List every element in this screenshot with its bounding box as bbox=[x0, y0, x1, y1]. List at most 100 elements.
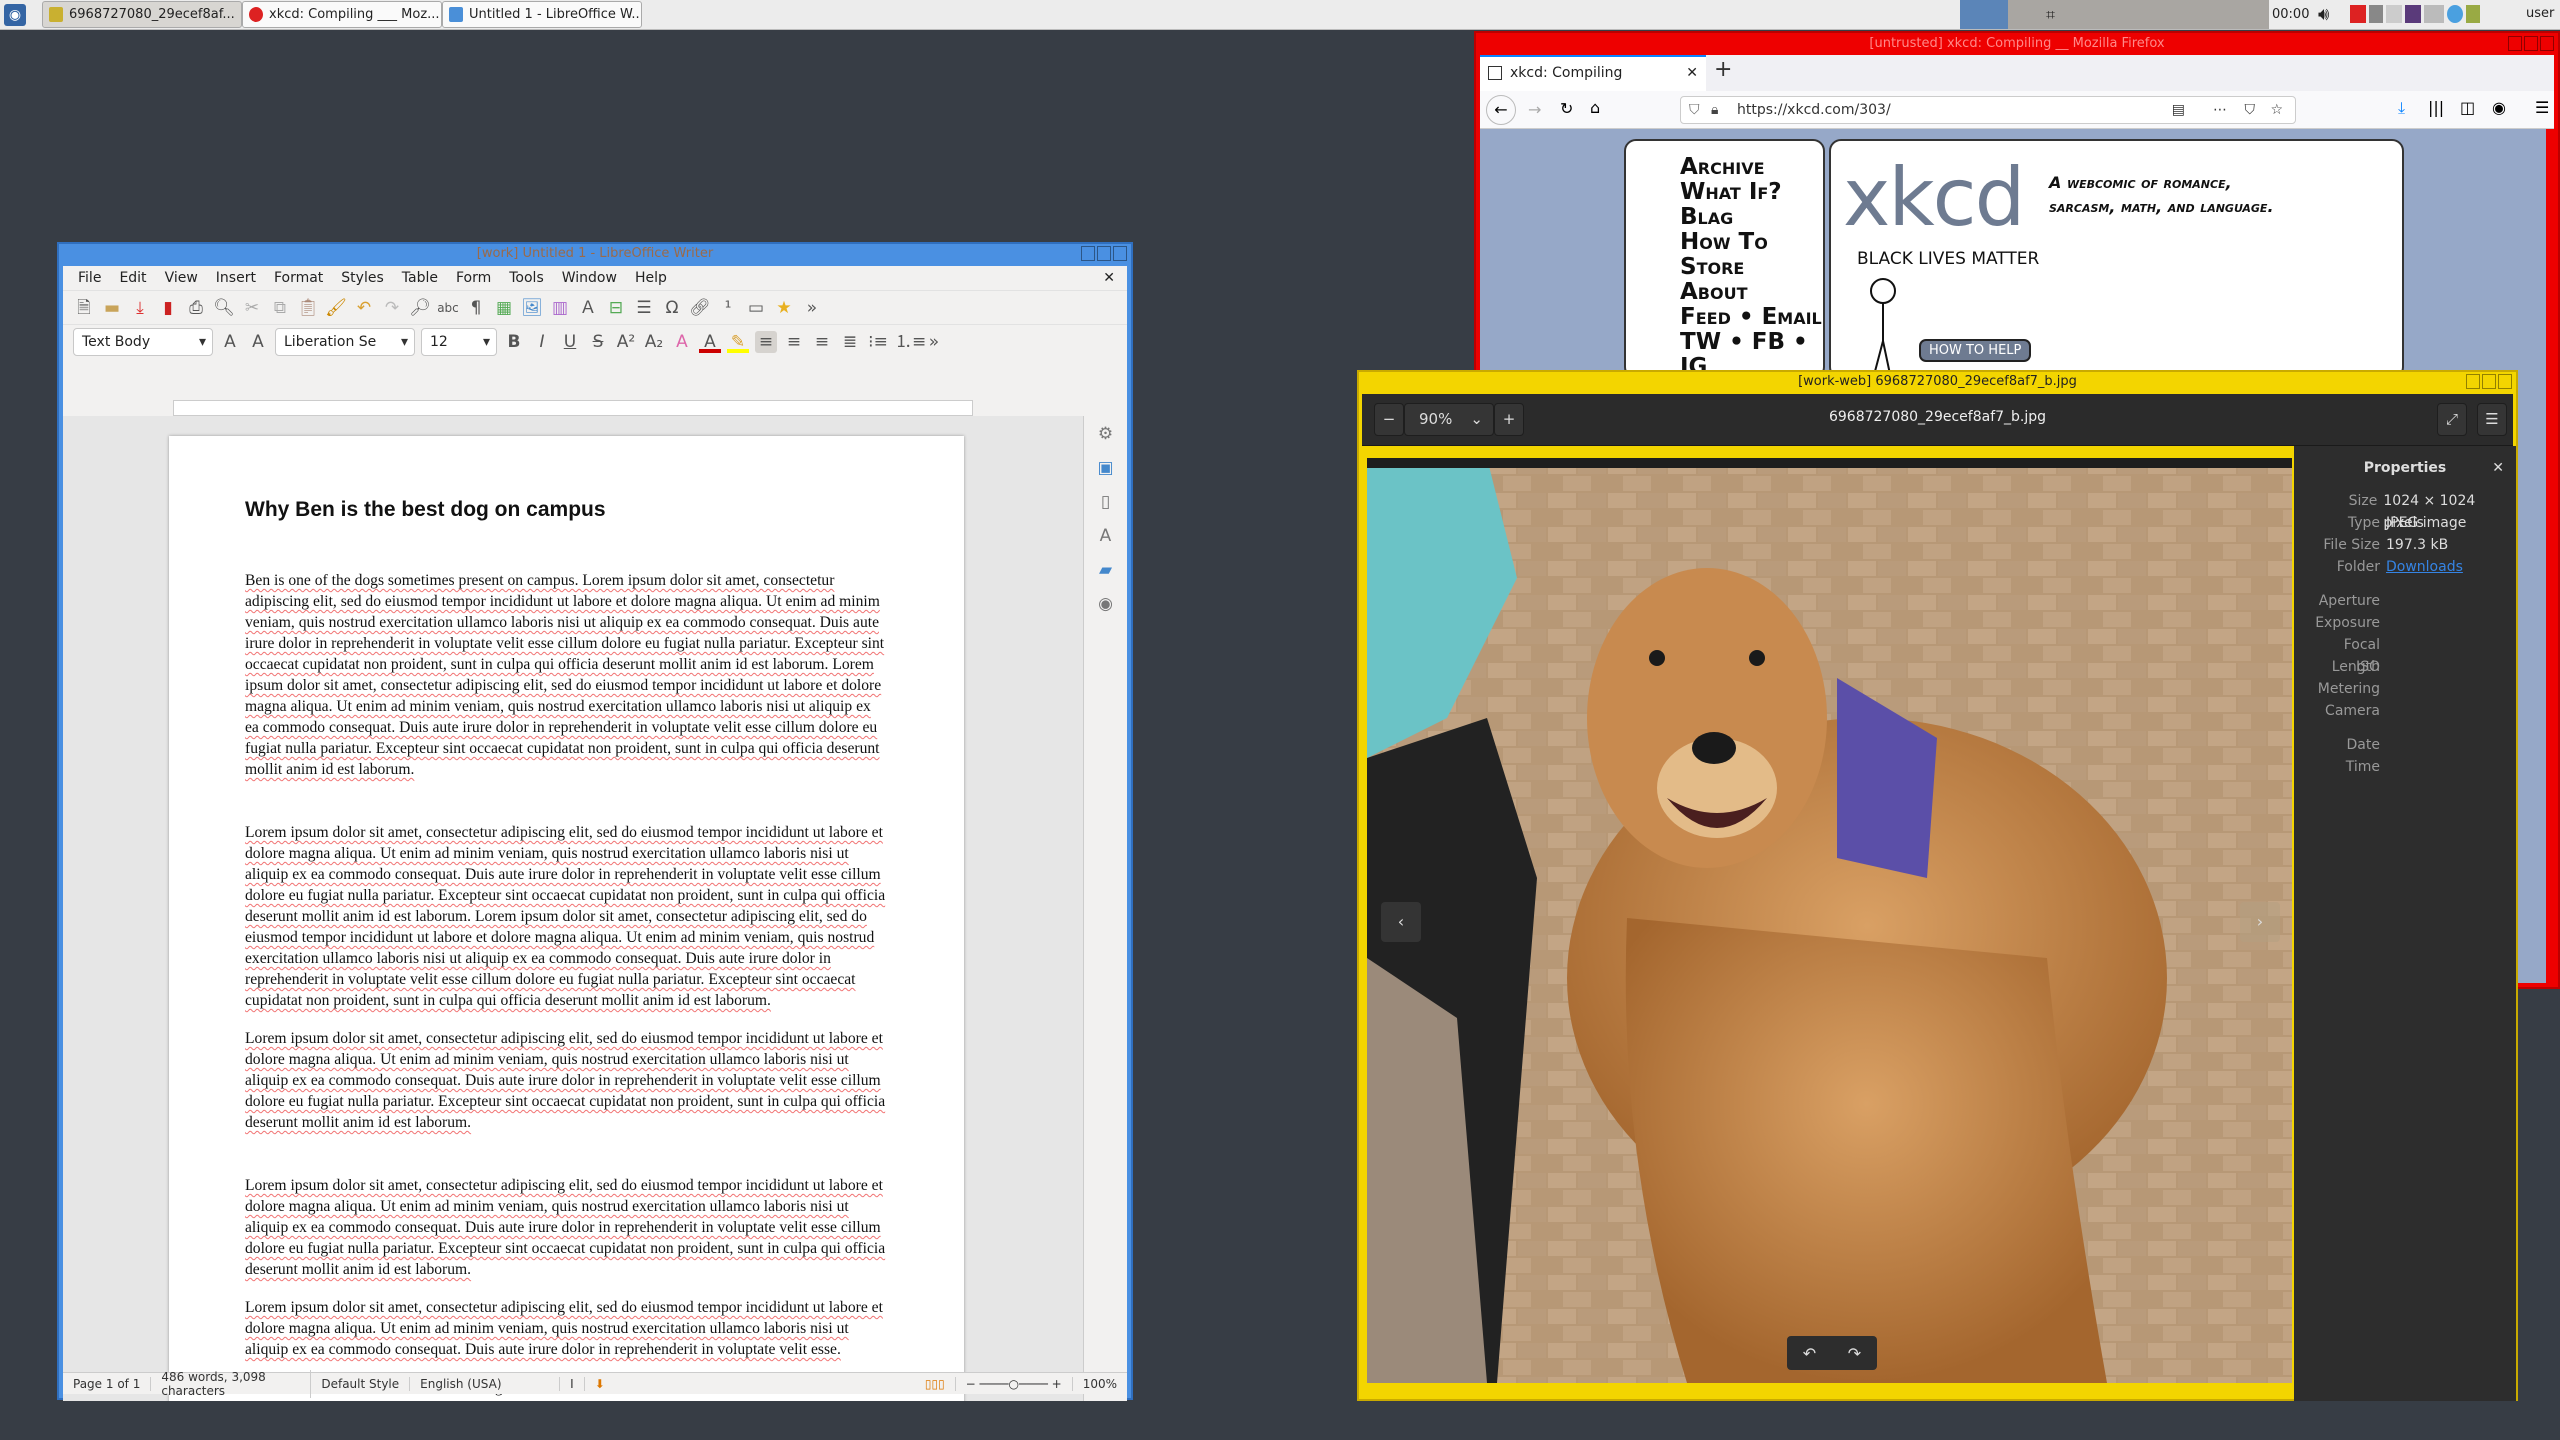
rotate-right-icon[interactable]: ↷ bbox=[1848, 1344, 1861, 1363]
find-replace-icon[interactable]: 🔎︎ bbox=[409, 297, 431, 319]
redo-icon[interactable]: ↷ bbox=[381, 297, 403, 319]
manage-changes-icon[interactable]: ◉ bbox=[1098, 594, 1113, 614]
font-color-icon[interactable]: A bbox=[699, 331, 721, 353]
how-to-help-button[interactable]: HOW TO HELP bbox=[1919, 339, 2032, 362]
tab-xkcd[interactable]: xkcd: Compiling ✕ bbox=[1480, 55, 1706, 91]
new-document-icon[interactable]: 🗎 bbox=[73, 297, 95, 319]
fullscreen-button[interactable]: ⤢ bbox=[2437, 403, 2467, 436]
export-pdf-icon[interactable]: ▮ bbox=[157, 297, 179, 319]
close-properties-icon[interactable]: ✕ bbox=[2492, 446, 2504, 490]
account-icon[interactable]: ◉ bbox=[2492, 98, 2506, 117]
page-actions-icon[interactable]: ⋯ bbox=[2213, 97, 2227, 123]
task-writer[interactable]: Untitled 1 - LibreOffice W... bbox=[442, 1, 642, 28]
tray-network-icon[interactable] bbox=[2447, 5, 2463, 23]
strikethrough-icon[interactable]: S bbox=[587, 331, 609, 353]
new-style-icon[interactable]: A bbox=[247, 331, 269, 353]
xkcd-nav-archive[interactable]: Archive bbox=[1680, 155, 1823, 180]
previous-image-button[interactable]: ‹ bbox=[1381, 902, 1421, 942]
xkcd-logo[interactable]: xkcd bbox=[1843, 151, 2025, 244]
styles-icon[interactable]: ▯ bbox=[1101, 492, 1110, 512]
xkcd-nav-feed[interactable]: Feed • Email bbox=[1680, 305, 1823, 330]
forward-button[interactable]: → bbox=[1528, 100, 1541, 119]
comment-icon[interactable]: ▭ bbox=[745, 297, 767, 319]
minimize-button[interactable] bbox=[2508, 36, 2522, 51]
menu-icon[interactable]: ☰ bbox=[2535, 98, 2549, 117]
numbered-list-icon[interactable]: ⒈≡ bbox=[895, 331, 926, 353]
justify-icon[interactable]: ≣ bbox=[839, 331, 861, 353]
font-name-select[interactable]: Liberation Se bbox=[275, 327, 415, 356]
save-icon[interactable]: ⤓ bbox=[129, 297, 151, 319]
close-button[interactable] bbox=[2498, 374, 2512, 389]
hyperlink-icon[interactable]: 🔗︎ bbox=[689, 297, 711, 319]
italic-icon[interactable]: I bbox=[531, 331, 553, 353]
paste-icon[interactable]: 📋︎ bbox=[297, 297, 319, 319]
superscript-icon[interactable]: A² bbox=[615, 331, 637, 353]
subscript-icon[interactable]: A₂ bbox=[643, 331, 665, 353]
insert-table-icon[interactable]: ▦ bbox=[493, 297, 515, 319]
menu-help[interactable]: Help bbox=[626, 270, 676, 286]
xkcd-nav-blag[interactable]: Blag bbox=[1680, 205, 1823, 230]
clone-formatting-icon[interactable]: 🖌︎ bbox=[325, 297, 347, 319]
undo-icon[interactable]: ↶ bbox=[353, 297, 375, 319]
insert-chart-icon[interactable]: ▥ bbox=[549, 297, 571, 319]
print-preview-icon[interactable]: 🔍︎ bbox=[213, 297, 235, 319]
close-button[interactable] bbox=[1113, 246, 1127, 261]
zoom-percent[interactable]: 100% bbox=[1071, 1376, 1127, 1391]
next-image-button[interactable]: › bbox=[2240, 902, 2280, 942]
lock-icon[interactable]: 🔒︎ bbox=[1711, 97, 1718, 123]
word-count[interactable]: 486 words, 3,098 characters bbox=[151, 1369, 312, 1398]
cut-icon[interactable]: ✂ bbox=[241, 297, 263, 319]
menu-format[interactable]: Format bbox=[265, 270, 332, 286]
page-style[interactable]: Default Style bbox=[311, 1376, 411, 1391]
horizontal-ruler[interactable] bbox=[173, 400, 973, 416]
reload-button[interactable]: ↻ bbox=[1560, 99, 1573, 118]
font-size-select[interactable]: 12 bbox=[421, 327, 497, 356]
bookmark-star-icon[interactable]: ☆ bbox=[2270, 97, 2283, 123]
close-document-icon[interactable]: ✕ bbox=[1094, 270, 1127, 286]
xkcd-nav-about[interactable]: About bbox=[1680, 280, 1823, 305]
insert-image-icon[interactable]: 🖼︎ bbox=[521, 297, 543, 319]
menu-file[interactable]: File bbox=[69, 270, 110, 286]
close-tab-icon[interactable]: ✕ bbox=[1686, 57, 1698, 89]
task-firefox[interactable]: xkcd: Compiling ___ Moz... bbox=[242, 1, 442, 28]
minimize-button[interactable] bbox=[2466, 374, 2480, 389]
zoom-slider[interactable]: − ────○──── + bbox=[956, 1377, 1072, 1391]
page-count[interactable]: Page 1 of 1 bbox=[63, 1376, 152, 1391]
digital-signature-icon[interactable]: ⬇ bbox=[585, 1377, 915, 1391]
tray-update-icon[interactable] bbox=[2466, 5, 2480, 23]
new-tab-button[interactable]: + bbox=[1714, 57, 1732, 82]
xkcd-nav-store[interactable]: Store bbox=[1680, 255, 1823, 280]
menu-form[interactable]: Form bbox=[447, 270, 500, 286]
workspace-1[interactable] bbox=[1960, 0, 2008, 29]
align-center-icon[interactable]: ≡ bbox=[783, 331, 805, 353]
minimize-button[interactable] bbox=[1081, 246, 1095, 261]
document-page[interactable]: Why Ben is the best dog on campus Ben is… bbox=[169, 436, 964, 1401]
underline-icon[interactable]: U bbox=[559, 331, 581, 353]
url-bar[interactable]: ⛉ 🔒︎ https://xkcd.com/303/ ▤ ⋯ ⛉ ☆ bbox=[1680, 96, 2296, 124]
more-format-icon[interactable]: » bbox=[923, 331, 945, 353]
page-icon[interactable]: ▣ bbox=[1097, 458, 1113, 478]
properties-gear-icon[interactable]: ⚙ bbox=[1098, 424, 1113, 444]
clear-formatting-icon[interactable]: A bbox=[671, 331, 693, 353]
align-right-icon[interactable]: ≡ bbox=[811, 331, 833, 353]
more-toolbar-icon[interactable]: » bbox=[801, 297, 823, 319]
reader-view-icon[interactable]: ▤ bbox=[2172, 97, 2185, 123]
home-button[interactable]: ⌂ bbox=[1590, 98, 1600, 117]
menu-tools[interactable]: Tools bbox=[500, 270, 553, 286]
formatting-marks-icon[interactable]: ¶ bbox=[465, 297, 487, 319]
bookmark-icon[interactable]: ★ bbox=[773, 297, 795, 319]
sidebar-icon[interactable]: ◫ bbox=[2460, 98, 2475, 117]
menu-insert[interactable]: Insert bbox=[207, 270, 265, 286]
navigator-icon[interactable]: ▰ bbox=[1099, 560, 1112, 580]
menu-view[interactable]: View bbox=[156, 270, 207, 286]
tray-display-icon[interactable] bbox=[2405, 5, 2421, 23]
task-image-viewer[interactable]: 6968727080_29ecef8af... bbox=[42, 1, 242, 28]
insert-field-icon[interactable]: ☰ bbox=[633, 297, 655, 319]
maximize-button[interactable] bbox=[2482, 374, 2496, 389]
tray-device-icon[interactable] bbox=[2386, 5, 2402, 23]
xkcd-nav-whatif[interactable]: What If? bbox=[1680, 180, 1823, 205]
tray-icons[interactable] bbox=[2350, 5, 2480, 23]
insert-mode-icon[interactable]: I bbox=[560, 1376, 585, 1391]
highlight-icon[interactable]: ✎ bbox=[727, 331, 749, 353]
language[interactable]: English (USA) bbox=[410, 1376, 561, 1391]
